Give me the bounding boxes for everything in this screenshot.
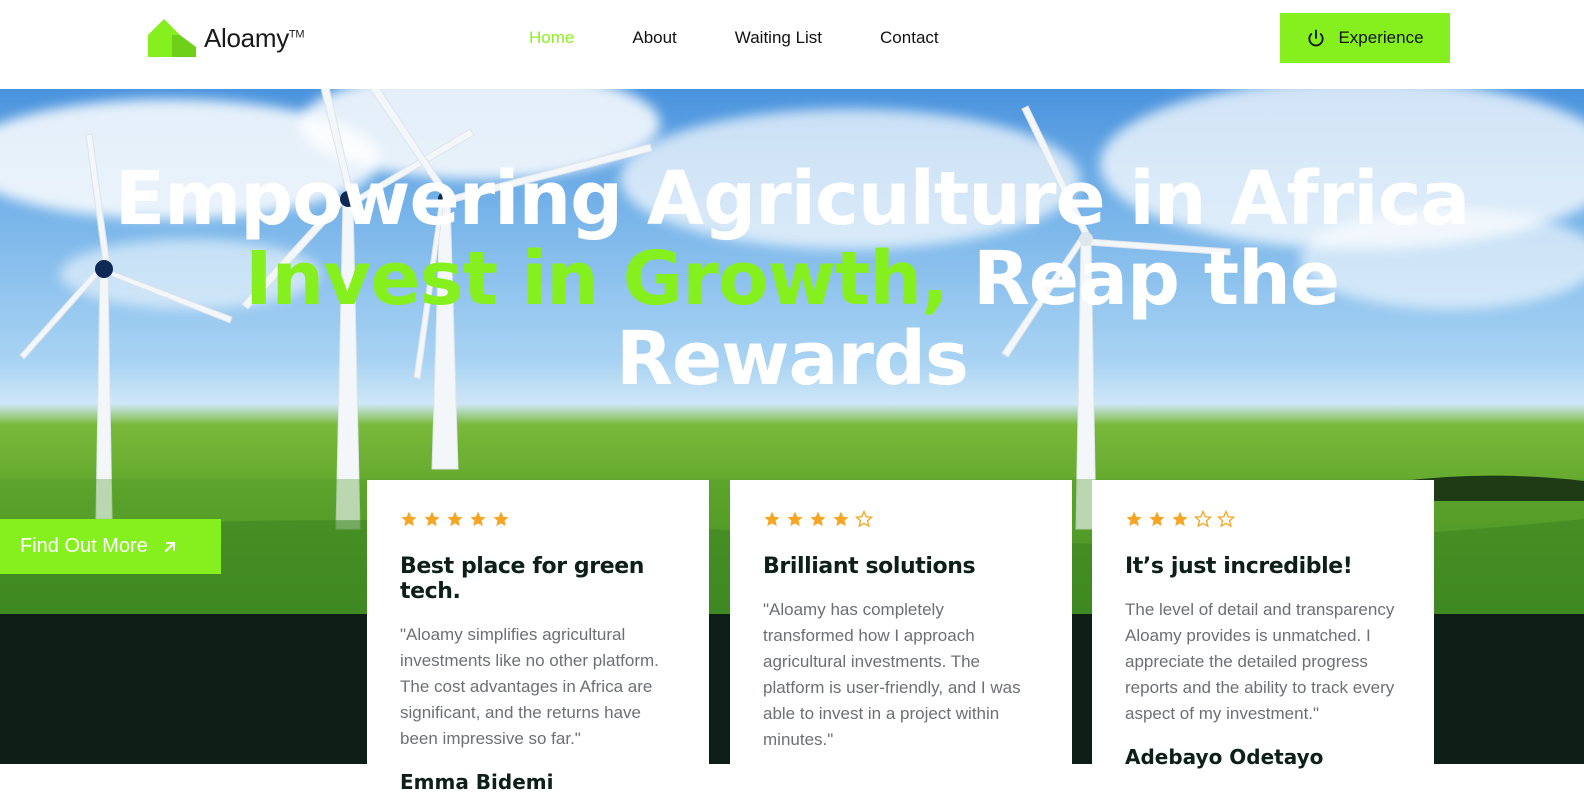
hero-line-2: Invest in Growth, Reap the: [0, 239, 1584, 319]
nav-link-contact[interactable]: Contact: [880, 28, 939, 48]
hero-line-2-highlight: Invest in Growth,: [244, 236, 949, 322]
star-filled-icon: [1172, 511, 1188, 527]
brand-logo[interactable]: AloamyTM: [148, 19, 305, 57]
star-filled-icon: [493, 511, 509, 527]
top-navbar: AloamyTM Home About Waiting List Contact…: [0, 0, 1584, 89]
rating-stars: [763, 510, 1039, 530]
star-outline-icon: [855, 510, 873, 528]
power-icon: [1308, 29, 1324, 47]
brand-name: Aloamy: [204, 22, 289, 53]
nav-link-about[interactable]: About: [632, 28, 676, 48]
arrow-up-right-icon: [164, 541, 175, 552]
hero-headline: Empowering Agriculture in Africa Invest …: [0, 159, 1584, 399]
testimonial-author: Adebayo Odetayo: [1125, 745, 1324, 769]
testimonial-quote: The level of detail and transparency Alo…: [1125, 600, 1395, 723]
star-filled-icon: [787, 511, 803, 527]
brand-trademark: TM: [288, 27, 305, 40]
star-filled-icon: [833, 511, 849, 527]
experience-label: Experience: [1338, 28, 1424, 47]
star-filled-icon: [764, 511, 780, 527]
nav-links: Home About Waiting List Contact: [529, 28, 997, 48]
find-out-more-label: Find Out More: [20, 535, 148, 557]
star-filled-icon: [1149, 511, 1165, 527]
hero-line-2-rest: Reap the: [948, 236, 1340, 322]
hero-line-1: Empowering Agriculture in Africa: [114, 156, 1471, 242]
experience-button[interactable]: Experience: [1280, 13, 1450, 63]
testimonial-card: Best place for green tech. "Aloamy simpl…: [367, 480, 709, 794]
star-filled-icon: [1126, 511, 1142, 527]
star-outline-icon: [1217, 510, 1235, 528]
star-filled-icon: [470, 511, 486, 527]
star-filled-icon: [810, 511, 826, 527]
rating-stars: [400, 510, 676, 530]
star-filled-icon: [447, 511, 463, 527]
star-filled-icon: [424, 511, 440, 527]
hero-line-3: Rewards: [616, 316, 969, 402]
star-outline-icon: [1194, 510, 1212, 528]
logo-mark-icon: [148, 19, 196, 57]
testimonial-quote: "Aloamy has completely transformed how I…: [763, 600, 1021, 749]
testimonial-card: It’s just incredible! The level of detai…: [1092, 480, 1434, 780]
testimonial-card: Brilliant solutions "Aloamy has complete…: [730, 480, 1072, 780]
nav-link-home[interactable]: Home: [529, 28, 574, 48]
testimonial-author: Emma Bidemi: [400, 770, 554, 794]
testimonial-quote: "Aloamy simplifies agricultural investme…: [400, 625, 659, 748]
testimonial-title: It’s just incredible!: [1125, 554, 1353, 579]
rating-stars: [1125, 510, 1401, 530]
testimonial-title: Brilliant solutions: [763, 554, 976, 579]
nav-link-waiting-list[interactable]: Waiting List: [735, 28, 822, 48]
testimonial-title: Best place for green tech.: [400, 554, 645, 604]
find-out-more-button[interactable]: Find Out More: [0, 519, 221, 574]
star-filled-icon: [401, 511, 417, 527]
